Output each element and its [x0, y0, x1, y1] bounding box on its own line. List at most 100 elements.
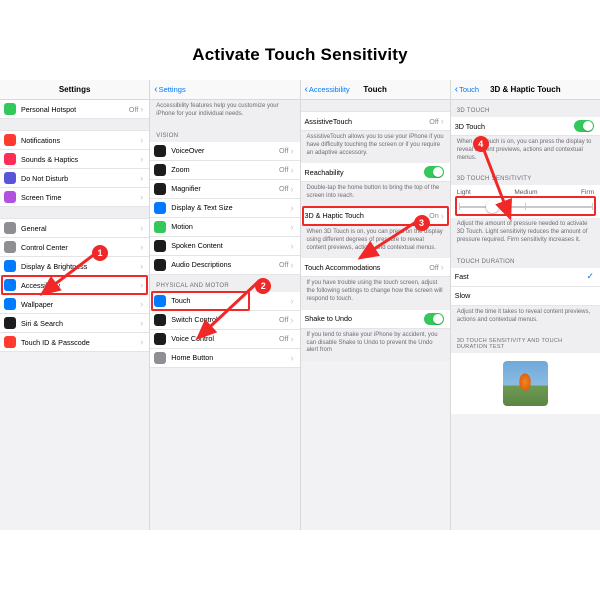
value: Off [279, 334, 288, 343]
row-icon [4, 317, 16, 329]
vision-row[interactable]: Audio Descriptions Off › [150, 256, 299, 275]
settings-row-display-brightness[interactable]: Display & Brightness › [0, 257, 149, 276]
chevron-right-icon: › [291, 203, 294, 213]
row-icon [4, 298, 16, 310]
label: Shake to Undo [305, 314, 424, 323]
label: Home Button [171, 353, 290, 362]
chevron-right-icon: › [291, 241, 294, 251]
toggle-shake[interactable] [424, 313, 444, 325]
chevron-right-icon: › [140, 192, 143, 202]
back-button[interactable]: ‹Settings [150, 85, 189, 95]
chevron-right-icon: › [291, 334, 294, 344]
row-assistivetouch[interactable]: AssistiveTouch Off › [301, 112, 450, 131]
value: Off [279, 315, 288, 324]
vision-row[interactable]: Spoken Content › [150, 237, 299, 256]
assistive-desc: AssistiveTouch allows you to use your iP… [301, 131, 450, 163]
label: Display & Text Size [171, 203, 290, 212]
motor-row[interactable]: Switch Control Off › [150, 311, 299, 330]
settings-row-personal-hotspot[interactable]: Personal Hotspot Off › [0, 100, 149, 119]
sensitivity-labels: Light Medium Firm [451, 185, 600, 198]
panel-3d-haptic: ‹Touch 3D & Haptic Touch 3D TOUCH 3D Tou… [451, 80, 600, 530]
vision-row[interactable]: Magnifier Off › [150, 180, 299, 199]
vision-row[interactable]: Display & Text Size › [150, 199, 299, 218]
label: Control Center [21, 243, 140, 252]
settings-row-touch-id-passcode[interactable]: Touch ID & Passcode › [0, 333, 149, 352]
slider-thumb[interactable] [486, 200, 499, 213]
settings-row-siri-search[interactable]: Siri & Search › [0, 314, 149, 333]
row-icon [154, 240, 166, 252]
chevron-right-icon: › [140, 173, 143, 183]
row-icon [4, 260, 16, 272]
settings-row-sounds-haptics[interactable]: Sounds & Haptics › [0, 150, 149, 169]
chevron-right-icon: › [291, 146, 294, 156]
accom-desc: If you have trouble using the touch scre… [301, 277, 450, 309]
settings-row-wallpaper[interactable]: Wallpaper › [0, 295, 149, 314]
motor-row[interactable]: Home Button › [150, 349, 299, 368]
preview-image[interactable] [503, 361, 548, 406]
toggle-3d-touch[interactable] [574, 120, 594, 132]
settings-row-do-not-disturb[interactable]: Do Not Disturb › [0, 169, 149, 188]
row-3d-touch[interactable]: 3D Touch [451, 117, 600, 136]
section-sensitivity: 3D TOUCH SENSITIVITY [451, 168, 600, 185]
value: Off [279, 260, 288, 269]
value: Off [429, 117, 438, 126]
chevron-left-icon: ‹ [154, 85, 157, 95]
check-icon: ✓ [586, 271, 594, 282]
motor-row[interactable]: Touch › [150, 292, 299, 311]
row-3d-haptic-touch[interactable]: 3D & Haptic Touch On › [301, 207, 450, 226]
chevron-right-icon: › [291, 184, 294, 194]
row-shake-to-undo[interactable]: Shake to Undo [301, 310, 450, 329]
toggle-reachability[interactable] [424, 166, 444, 178]
row-icon [4, 336, 16, 348]
row-duration-fast[interactable]: Fast ✓ [451, 268, 600, 287]
back-button[interactable]: ‹Accessibility [301, 85, 354, 95]
label: General [21, 224, 140, 233]
label: Touch ID & Passcode [21, 338, 140, 347]
row-icon [4, 103, 16, 115]
header-title: Settings [0, 85, 149, 94]
vision-row[interactable]: Zoom Off › [150, 161, 299, 180]
settings-row-control-center[interactable]: Control Center › [0, 238, 149, 257]
seg-medium: Medium [514, 189, 537, 196]
settings-row-accessibility[interactable]: Accessibility › [0, 276, 149, 295]
label: AssistiveTouch [305, 117, 430, 126]
value: Off [429, 263, 438, 272]
row-icon [154, 183, 166, 195]
dur-desc: Adjust the time it takes to reveal conte… [451, 306, 600, 331]
row-icon [4, 134, 16, 146]
motor-row[interactable]: Voice Control Off › [150, 330, 299, 349]
section-test: 3D TOUCH SENSITIVITY AND TOUCH DURATION … [451, 330, 600, 353]
chevron-right-icon: › [140, 337, 143, 347]
back-label: Accessibility [309, 85, 350, 94]
back-button[interactable]: ‹Touch [451, 85, 483, 95]
chevron-left-icon: ‹ [455, 85, 458, 95]
row-icon [4, 222, 16, 234]
row-icon [154, 202, 166, 214]
row-reachability[interactable]: Reachability [301, 163, 450, 182]
row-touch-accommodations[interactable]: Touch Accommodations Off › [301, 258, 450, 277]
vision-list: VoiceOver Off › Zoom Off › Magnifier Off… [150, 142, 299, 275]
row-icon [154, 295, 166, 307]
reach-desc: Double-tap the home button to bring the … [301, 182, 450, 207]
row-icon [4, 172, 16, 184]
chevron-right-icon: › [441, 262, 444, 272]
panels: Settings Personal Hotspot Off › Notifica… [0, 80, 600, 530]
intro-text: Accessibility features help you customiz… [150, 100, 299, 125]
label: Touch [171, 296, 290, 305]
label: Siri & Search [21, 319, 140, 328]
chevron-right-icon: › [140, 154, 143, 164]
label: Personal Hotspot [21, 105, 129, 114]
settings-row-general[interactable]: General › [0, 219, 149, 238]
settings-row-screen-time[interactable]: Screen Time › [0, 188, 149, 207]
row-duration-slow[interactable]: Slow [451, 287, 600, 306]
chevron-right-icon: › [291, 296, 294, 306]
vision-row[interactable]: Motion › [150, 218, 299, 237]
settings-list: Personal Hotspot Off › Notifications › S… [0, 100, 149, 352]
label: VoiceOver [171, 146, 279, 155]
vision-row[interactable]: VoiceOver Off › [150, 142, 299, 161]
chevron-right-icon: › [291, 260, 294, 270]
sensitivity-slider[interactable] [459, 198, 592, 214]
seg-firm: Firm [581, 189, 594, 196]
settings-row-notifications[interactable]: Notifications › [0, 131, 149, 150]
panel-settings: Settings Personal Hotspot Off › Notifica… [0, 80, 150, 530]
